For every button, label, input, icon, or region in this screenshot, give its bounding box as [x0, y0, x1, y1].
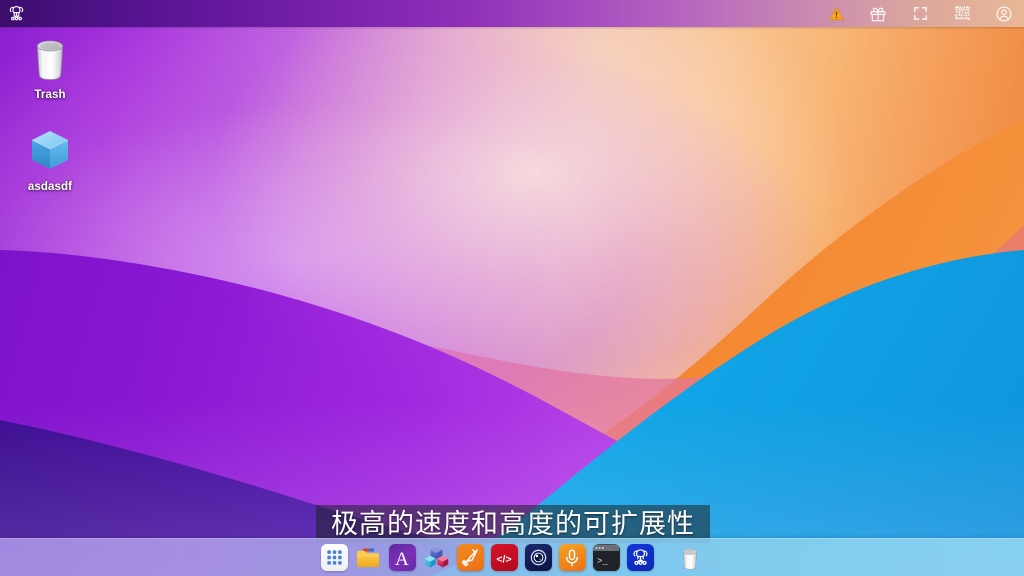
dock-item-paint[interactable] [457, 544, 484, 571]
grid-icon [325, 548, 344, 567]
cubes-icon [424, 545, 449, 570]
desktop-icon-asdasdf[interactable]: asdasdf [4, 124, 96, 193]
dock-item-terminal[interactable]: >_ [593, 544, 620, 571]
warning-icon[interactable] [826, 4, 846, 24]
app-logo-icon[interactable] [6, 4, 26, 24]
letter-a-icon: A [391, 547, 413, 569]
gift-icon[interactable] [868, 4, 888, 24]
wallpaper-haze-layer [0, 0, 1024, 576]
svg-text:A: A [395, 548, 409, 568]
microphone-icon [562, 548, 582, 568]
account-icon[interactable] [994, 4, 1014, 24]
desktop-icon-label: Trash [34, 89, 65, 101]
paintbrush-icon [460, 547, 481, 568]
dock-item-camera[interactable] [525, 544, 552, 571]
topbar-right-group [826, 4, 1014, 24]
desktop-icon-trash[interactable]: Trash [4, 32, 96, 101]
dock-item-fonts[interactable]: A [389, 544, 416, 571]
qr-code-icon[interactable] [952, 4, 972, 24]
dock-item-editor[interactable]: </> [491, 544, 518, 571]
dock-bar: A [0, 538, 1024, 576]
dock-item-packages[interactable] [423, 544, 450, 571]
dock-item-trash[interactable] [677, 544, 704, 571]
desktop-background[interactable] [0, 0, 1024, 576]
app-logo-icon [630, 547, 651, 568]
dock-item-launcher[interactable] [321, 544, 348, 571]
terminal-icon: >_ [593, 545, 619, 571]
trash-bin-icon [679, 546, 701, 570]
dock-item-files[interactable] [355, 544, 382, 571]
top-menu-bar [0, 0, 1024, 27]
fullscreen-icon[interactable] [910, 4, 930, 24]
blue-cube-icon [24, 124, 76, 176]
folder-icon [355, 546, 381, 570]
dock-item-recorder[interactable] [559, 544, 586, 571]
code-tag-icon: </> [492, 546, 516, 570]
dock-item-app[interactable] [627, 544, 654, 571]
desktop-icon-label: asdasdf [28, 181, 72, 193]
svg-text:</>: </> [496, 553, 511, 565]
topbar-left-group [6, 4, 26, 24]
svg-text:>_: >_ [597, 556, 608, 566]
trash-bin-icon [24, 32, 76, 84]
subtitle-text: 极高的速度和高度的可扩展性 [331, 511, 695, 538]
lens-icon [528, 547, 549, 568]
dock-items: A [321, 544, 704, 571]
